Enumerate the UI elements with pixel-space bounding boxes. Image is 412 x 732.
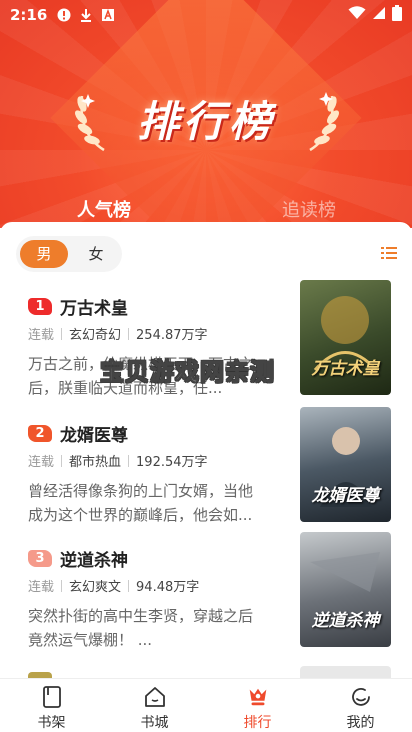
book-title: 龙婿医尊 [60, 426, 128, 446]
signal-icon [372, 6, 386, 24]
battery-icon [392, 5, 402, 25]
book-cover[interactable]: 逆道杀神 [300, 532, 391, 647]
list-view-icon[interactable] [381, 246, 397, 260]
bookshelf-icon [40, 685, 64, 709]
book-meta: 连载 玄幻奇幻 254.87万字 [28, 324, 208, 343]
watermark-text: 宝贝游戏网亲测 [100, 358, 275, 387]
tab-popularity[interactable]: 人气榜 [77, 196, 131, 222]
app-notification-icon [101, 8, 115, 22]
book-words: 254.87万字 [136, 328, 208, 343]
nav-bookstore[interactable]: 书城 [103, 679, 206, 732]
ranking-icon [246, 685, 270, 709]
book-item[interactable]: 3 逆道杀神 连载 玄幻爽文 94.48万字 突然扑街的高中生李贤，穿越之后竟然… [0, 532, 412, 670]
page-title: 排行榜 [136, 97, 275, 146]
nav-bookshelf[interactable]: 书架 [0, 679, 103, 732]
book-status: 连载 [28, 455, 55, 470]
tab-follow-reading[interactable]: 追读榜 [282, 196, 336, 222]
meta-divider [61, 454, 63, 467]
profile-icon [349, 685, 373, 709]
book-title: 逆道杀神 [60, 551, 128, 571]
book-title: 万古术皇 [60, 299, 128, 319]
wifi-icon [348, 6, 366, 24]
download-icon [79, 8, 93, 22]
status-time: 2:16 [10, 6, 48, 24]
cover-title: 逆道杀神 [311, 611, 380, 631]
meta-divider [61, 579, 63, 592]
book-genre: 玄幻爽文 [69, 580, 122, 595]
nav-label: 书城 [140, 715, 169, 731]
gender-female-button[interactable]: 女 [72, 240, 120, 268]
cover-title: 万古术皇 [311, 359, 380, 379]
ranking-content: 男 女 1 万古术皇 连载 玄幻奇幻 254.87万字 万古之前，仙魔纵横天下，… [0, 222, 412, 678]
book-item[interactable]: 2 龙婿医尊 连载 都市热血 192.54万字 曾经活得像条狗的上门女婿，当他成… [0, 407, 412, 545]
bookstore-icon [143, 685, 167, 709]
alert-icon [57, 8, 71, 22]
book-words: 192.54万字 [136, 455, 208, 470]
meta-divider [128, 327, 130, 340]
nav-label: 书架 [37, 715, 66, 731]
book-genre: 玄幻奇幻 [69, 328, 122, 343]
rank-badge: 2 [28, 425, 52, 442]
book-cover[interactable]: 万古术皇 [300, 280, 391, 395]
book-cover[interactable]: 龙婿医尊 [300, 407, 391, 522]
book-meta: 连载 玄幻爽文 94.48万字 [28, 576, 199, 595]
book-status: 连载 [28, 580, 55, 595]
status-bar: 2:16 [0, 0, 412, 30]
gender-toggle: 男 女 [16, 236, 122, 272]
book-genre: 都市热血 [69, 455, 122, 470]
nav-label: 我的 [346, 715, 375, 731]
rank-badge: 1 [28, 298, 52, 315]
nav-profile[interactable]: 我的 [309, 679, 412, 732]
book-description: 曾经活得像条狗的上门女婿，当他成为这个世界的巅峰后，他会如... [28, 482, 254, 524]
book-words: 94.48万字 [136, 580, 200, 595]
rank-badge: 3 [28, 550, 52, 567]
book-status: 连载 [28, 328, 55, 343]
meta-divider [128, 454, 130, 467]
meta-divider [61, 327, 63, 340]
book-meta: 连载 都市热血 192.54万字 [28, 451, 208, 470]
book-description: 突然扑街的高中生李贤，穿越之后竟然运气爆棚！ ... [28, 607, 254, 649]
nav-label: 排行 [243, 715, 272, 731]
bottom-nav: 书架 书城 排行 我的 [0, 678, 412, 732]
nav-ranking[interactable]: 排行 [206, 679, 309, 732]
gender-male-button[interactable]: 男 [20, 240, 68, 268]
cover-title: 龙婿医尊 [311, 486, 380, 506]
meta-divider [128, 579, 130, 592]
page-title-wrap: 排行榜 [0, 88, 412, 149]
next-cover-partial [300, 666, 391, 678]
